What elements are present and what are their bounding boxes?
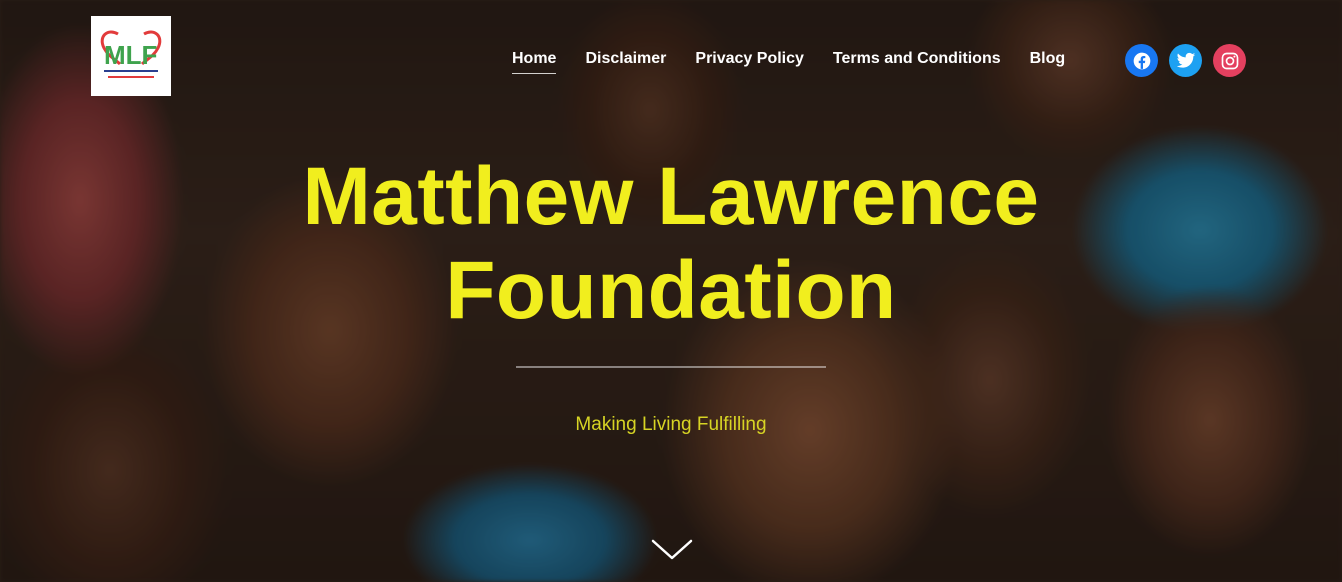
twitter-glyph — [1176, 52, 1195, 68]
nav-item-disclaimer[interactable]: Disclaimer — [585, 50, 666, 74]
site-tagline: Making Living Fulfilling — [575, 414, 767, 435]
instagram-glyph — [1221, 52, 1238, 69]
nav-item-blog[interactable]: Blog — [1030, 50, 1066, 74]
mlf-logo-icon: MLF — [100, 30, 162, 78]
chevron-down-icon — [651, 539, 693, 560]
instagram-icon[interactable] — [1213, 44, 1246, 77]
site-title-line-1: Matthew Lawrence — [302, 151, 1040, 242]
facebook-glyph — [1133, 52, 1150, 69]
svg-text:MLF: MLF — [104, 40, 157, 70]
nav-item-privacy-policy[interactable]: Privacy Policy — [695, 50, 804, 74]
site-logo[interactable]: MLF — [91, 16, 171, 96]
scroll-down-chevron-icon[interactable] — [651, 538, 693, 562]
title-divider — [516, 366, 826, 368]
nav-item-terms-and-conditions[interactable]: Terms and Conditions — [833, 50, 1001, 74]
social-links — [1125, 44, 1246, 77]
site-title: Matthew Lawrence Foundation — [0, 150, 1342, 338]
nav-item-home[interactable]: Home — [512, 50, 557, 74]
twitter-icon[interactable] — [1169, 44, 1202, 77]
hero-section: MLF Home Disclaimer Privacy Policy Terms… — [0, 0, 1342, 582]
facebook-icon[interactable] — [1125, 44, 1158, 77]
site-title-line-2: Foundation — [445, 245, 897, 336]
main-navigation: Home Disclaimer Privacy Policy Terms and… — [512, 50, 1094, 74]
